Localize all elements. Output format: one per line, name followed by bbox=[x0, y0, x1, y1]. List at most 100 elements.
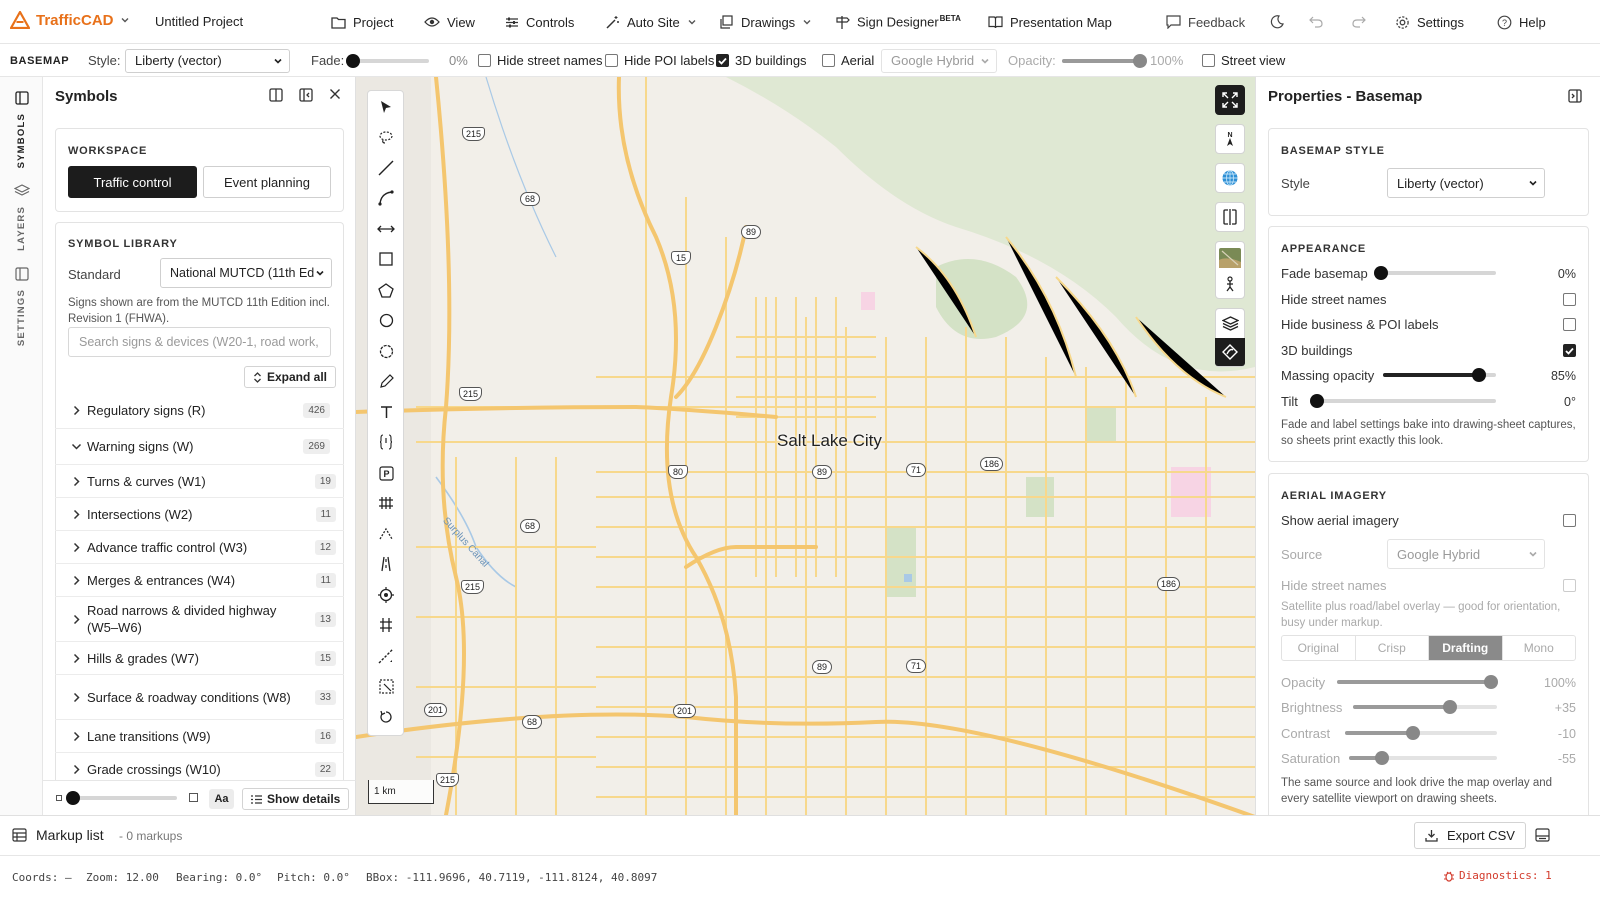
crosswalk-tool-icon[interactable] bbox=[376, 493, 396, 513]
polygon-tool-icon[interactable] bbox=[376, 280, 396, 300]
library-subgroup-item[interactable]: Merges & entrances (W4) 11 bbox=[55, 564, 344, 597]
dimension-tool-icon[interactable] bbox=[376, 219, 396, 239]
expand-all-button[interactable]: Expand all bbox=[244, 366, 337, 388]
rotate-tool-icon[interactable] bbox=[376, 707, 396, 727]
symbol-size-slider[interactable] bbox=[66, 790, 177, 806]
lane-tool-icon[interactable] bbox=[376, 554, 396, 574]
fullscreen-icon[interactable] bbox=[1215, 85, 1245, 115]
saturation-slider[interactable] bbox=[1349, 750, 1497, 766]
tilt-slider[interactable] bbox=[1310, 393, 1496, 409]
hide-poi-labels-checkbox[interactable]: Hide POI labels bbox=[605, 44, 714, 77]
brightness-slider[interactable] bbox=[1353, 699, 1497, 715]
symbol-search-input[interactable]: Search signs & devices (W20-1, road work… bbox=[68, 327, 331, 357]
markup-list-title[interactable]: Markup list bbox=[36, 827, 104, 843]
undo-button[interactable] bbox=[1309, 0, 1323, 44]
rail-tab-settings[interactable]: SETTINGS bbox=[0, 267, 43, 346]
target-tool-icon[interactable] bbox=[376, 585, 396, 605]
sign-designer-menu[interactable]: Sign DesignerBETA bbox=[835, 0, 961, 44]
feedback-button[interactable]: Feedback bbox=[1166, 0, 1245, 44]
library-subgroup-item[interactable]: Lane transitions (W9) 16 bbox=[55, 720, 344, 753]
split-view-icon[interactable] bbox=[1215, 202, 1245, 232]
aerial-hide-names-checkbox[interactable] bbox=[1563, 579, 1576, 592]
dark-mode-toggle[interactable] bbox=[1270, 0, 1284, 44]
select-tool-icon[interactable] bbox=[376, 97, 396, 117]
standard-select[interactable]: National MUTCD (11th Editi bbox=[160, 258, 332, 288]
auto-site-menu[interactable]: Auto Site bbox=[605, 0, 697, 44]
line-tool-icon[interactable] bbox=[376, 158, 396, 178]
route-layer-icon[interactable] bbox=[1215, 337, 1245, 366]
look-mono[interactable]: Mono bbox=[1503, 636, 1576, 660]
collapse-panel-icon[interactable] bbox=[1568, 89, 1582, 103]
project-name[interactable]: Untitled Project bbox=[155, 14, 243, 29]
street-view-checkbox[interactable]: Street view bbox=[1202, 44, 1285, 77]
taper-tool-icon[interactable] bbox=[376, 524, 396, 544]
rail-tab-layers[interactable]: LAYERS bbox=[0, 184, 43, 251]
library-group-regulatory[interactable]: Regulatory signs (R) 426 bbox=[55, 393, 344, 429]
map-canvas[interactable]: P 215 68 89 15 215 80 89 71 186 68 215 186 89 71 201 68… bbox=[356, 77, 1255, 815]
railroad-tool-icon[interactable] bbox=[376, 615, 396, 635]
hide-street-names-checkbox[interactable] bbox=[1563, 293, 1576, 306]
look-drafting[interactable]: Drafting bbox=[1429, 636, 1503, 660]
opacity-slider[interactable] bbox=[1062, 44, 1147, 77]
circle-tool-icon[interactable] bbox=[376, 310, 396, 330]
buildings-3d-checkbox[interactable]: 3D buildings bbox=[716, 44, 807, 77]
help-button[interactable]: ? Help bbox=[1497, 0, 1546, 44]
library-subgroup-item[interactable]: Turns & curves (W1) 19 bbox=[55, 465, 344, 498]
area-select-tool-icon[interactable] bbox=[376, 676, 396, 696]
library-subgroup-item[interactable]: Advance traffic control (W3) 12 bbox=[55, 531, 344, 564]
aerial-source-select[interactable]: Google Hybrid bbox=[1387, 539, 1545, 569]
aerial-checkbox[interactable]: Aerial bbox=[822, 44, 874, 77]
aerial-opacity-slider[interactable] bbox=[1337, 674, 1498, 690]
street-view-pegman-icon[interactable] bbox=[1224, 276, 1236, 292]
redo-button[interactable] bbox=[1352, 0, 1366, 44]
workspace-traffic-control[interactable]: Traffic control bbox=[68, 166, 197, 198]
font-size-toggle[interactable]: Aa bbox=[209, 789, 234, 809]
layers-icon[interactable] bbox=[1221, 309, 1239, 338]
look-original[interactable]: Original bbox=[1282, 636, 1356, 660]
show-details-button[interactable]: Show details bbox=[242, 788, 350, 810]
library-subgroup-item[interactable]: Hills & grades (W7) 15 bbox=[55, 642, 344, 675]
buildings-3d-checkbox[interactable] bbox=[1563, 344, 1576, 357]
project-menu[interactable]: Project bbox=[331, 0, 393, 44]
measure-tool-icon[interactable] bbox=[376, 646, 396, 666]
library-subgroup-item[interactable]: Intersections (W2) 11 bbox=[55, 498, 344, 531]
callout-tool-icon[interactable] bbox=[376, 432, 396, 452]
dock-bottom-icon[interactable] bbox=[1535, 828, 1550, 842]
rectangle-tool-icon[interactable] bbox=[376, 249, 396, 269]
close-icon[interactable] bbox=[329, 88, 341, 102]
lasso-tool-icon[interactable] bbox=[376, 127, 396, 147]
presentation-map-menu[interactable]: Presentation Map bbox=[988, 0, 1112, 44]
fade-slider[interactable] bbox=[346, 44, 429, 77]
library-subgroup-item[interactable]: Road narrows & divided highway (W5–W6) 13 bbox=[55, 597, 344, 642]
compass-icon[interactable]: N bbox=[1215, 124, 1245, 154]
rail-tab-symbols[interactable]: SYMBOLS bbox=[0, 84, 43, 182]
app-brand[interactable]: TrafficCAD bbox=[10, 11, 130, 29]
aerial-source-select[interactable]: Google Hybrid bbox=[881, 44, 997, 77]
curve-tool-icon[interactable] bbox=[376, 188, 396, 208]
parking-tool-icon[interactable]: P bbox=[376, 463, 396, 483]
library-group-warning[interactable]: Warning signs (W) 269 bbox=[55, 429, 344, 465]
controls-menu[interactable]: Controls bbox=[505, 0, 574, 44]
pencil-tool-icon[interactable] bbox=[376, 371, 396, 391]
globe-icon[interactable] bbox=[1215, 163, 1245, 193]
library-subgroup-item[interactable]: Surface & roadway conditions (W8) 33 bbox=[55, 675, 344, 720]
view-menu[interactable]: View bbox=[424, 0, 475, 44]
dock-panel-icon[interactable] bbox=[299, 88, 313, 102]
split-panel-icon[interactable] bbox=[269, 88, 283, 102]
hide-street-names-checkbox[interactable]: Hide street names bbox=[478, 44, 603, 77]
aerial-thumbnail-icon[interactable] bbox=[1219, 248, 1241, 268]
contrast-slider[interactable] bbox=[1345, 725, 1497, 741]
text-tool-icon[interactable] bbox=[376, 402, 396, 422]
cloud-tool-icon[interactable] bbox=[376, 341, 396, 361]
drawings-menu[interactable]: Drawings bbox=[719, 0, 812, 44]
basemap-style-select[interactable]: Liberty (vector) bbox=[125, 44, 290, 77]
diagnostics-indicator[interactable]: Diagnostics: 1 bbox=[1443, 869, 1552, 882]
hide-poi-checkbox[interactable] bbox=[1563, 318, 1576, 331]
settings-button[interactable]: Settings bbox=[1395, 0, 1464, 44]
show-aerial-checkbox[interactable] bbox=[1563, 514, 1576, 527]
massing-opacity-slider[interactable] bbox=[1383, 367, 1496, 383]
prop-style-select[interactable]: Liberty (vector) bbox=[1387, 168, 1545, 198]
workspace-event-planning[interactable]: Event planning bbox=[203, 166, 331, 198]
export-csv-button[interactable]: Export CSV bbox=[1414, 822, 1526, 849]
fade-basemap-slider[interactable] bbox=[1374, 265, 1496, 281]
